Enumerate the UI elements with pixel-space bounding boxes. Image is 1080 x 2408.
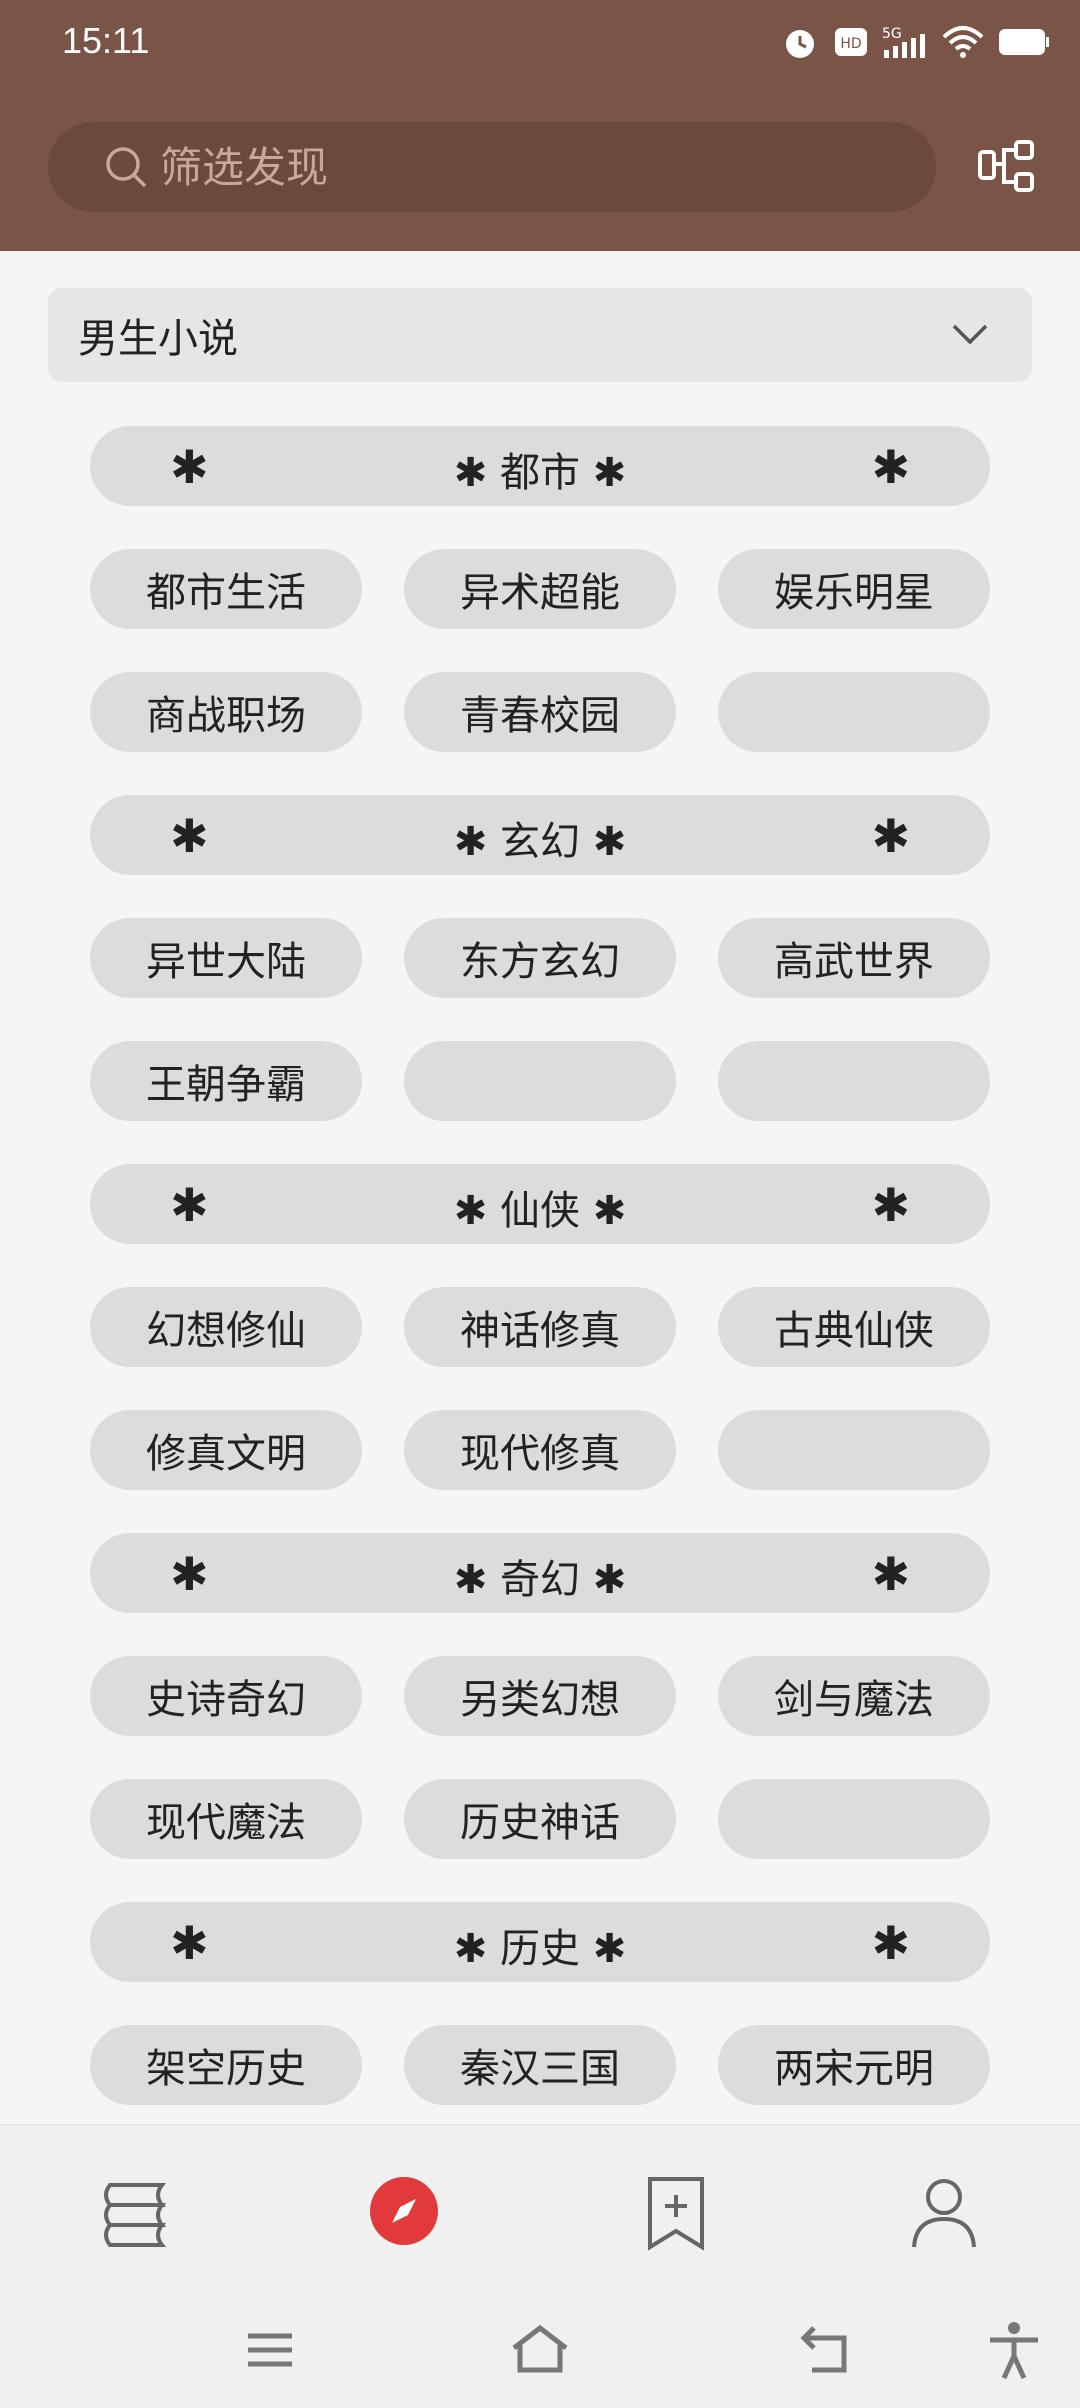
tag-button-empty[interactable]: [718, 1779, 990, 1859]
tag-button[interactable]: 东方玄幻: [404, 918, 676, 998]
tag-button[interactable]: 娱乐明星: [718, 549, 990, 629]
menu-icon[interactable]: [240, 2320, 300, 2380]
tag-button[interactable]: 秦汉三国: [404, 2025, 676, 2105]
section-title: ✱ 奇幻 ✱: [453, 1557, 627, 1603]
search-bar[interactable]: [48, 122, 936, 212]
tag-button[interactable]: 另类幻想: [404, 1656, 676, 1736]
tag-button-empty[interactable]: [718, 672, 990, 752]
tag-grid: ✱ ✱ 都市 ✱ ✱ 都市生活 异术超能 娱乐明星 商战职场 青春校园 ✱ ✱ …: [90, 426, 990, 2148]
asterisk-right: ✱: [871, 440, 910, 494]
tag-button[interactable]: 架空历史: [90, 2025, 362, 2105]
compass-needle: [392, 2199, 416, 2223]
asterisk-right: ✱: [871, 1547, 910, 1601]
tag-button[interactable]: 王朝争霸: [90, 1041, 362, 1121]
tag-button[interactable]: 商战职场: [90, 672, 362, 752]
tag-button[interactable]: 修真文明: [90, 1410, 362, 1490]
system-nav-bar: [0, 2288, 1080, 2408]
search-input[interactable]: [158, 141, 862, 193]
section-title: ✱ 仙侠 ✱: [453, 1188, 627, 1234]
tag-button[interactable]: 幻想修仙: [90, 1287, 362, 1367]
chevron-down-icon: [952, 324, 988, 345]
svg-text:5G: 5G: [882, 26, 902, 42]
tag-button[interactable]: 现代修真: [404, 1410, 676, 1490]
asterisk-right: ✱: [871, 1178, 910, 1232]
home-icon[interactable]: [510, 2320, 570, 2380]
status-time: 15:11: [62, 20, 150, 61]
tag-button[interactable]: 都市生活: [90, 549, 362, 629]
signal-5g-icon: 5G: [882, 26, 925, 58]
bottom-nav: [0, 2124, 1080, 2289]
dropdown-selected: 男生小说: [78, 316, 238, 362]
tag-button[interactable]: 历史神话: [404, 1779, 676, 1859]
section-header-xianxia[interactable]: ✱ ✱ 仙侠 ✱ ✱: [90, 1164, 990, 1244]
tag-button-empty[interactable]: [404, 1041, 676, 1121]
tag-button[interactable]: 神话修真: [404, 1287, 676, 1367]
bookmark-add-icon[interactable]: [636, 2173, 716, 2253]
tag-button[interactable]: 史诗奇幻: [90, 1656, 362, 1736]
back-icon[interactable]: [796, 2320, 856, 2380]
section-title: ✱ 都市 ✱: [453, 450, 627, 496]
tag-button[interactable]: 异术超能: [404, 549, 676, 629]
section-header-lishi[interactable]: ✱ ✱ 历史 ✱ ✱: [90, 1902, 990, 1982]
flow-icon[interactable]: [976, 136, 1038, 198]
tag-button[interactable]: 高武世界: [718, 918, 990, 998]
accessibility-icon[interactable]: [984, 2320, 1044, 2380]
tag-button[interactable]: 青春校园: [404, 672, 676, 752]
tag-button[interactable]: 两宋元明: [718, 2025, 990, 2105]
compass-icon[interactable]: [370, 2177, 438, 2245]
bookshelf-icon[interactable]: [96, 2173, 176, 2253]
tag-button[interactable]: 现代魔法: [90, 1779, 362, 1859]
section-header-dushi[interactable]: ✱ ✱ 都市 ✱ ✱: [90, 426, 990, 506]
user-icon[interactable]: [904, 2173, 984, 2253]
section-header-xuanhuan[interactable]: ✱ ✱ 玄幻 ✱ ✱: [90, 795, 990, 875]
tag-button[interactable]: 异世大陆: [90, 918, 362, 998]
tag-button[interactable]: 剑与魔法: [718, 1656, 990, 1736]
wifi-icon: [942, 26, 984, 58]
hd-icon: HD: [835, 28, 867, 56]
category-dropdown[interactable]: 男生小说: [48, 288, 1032, 382]
asterisk-right: ✱: [871, 809, 910, 863]
section-header-qihuan[interactable]: ✱ ✱ 奇幻 ✱ ✱: [90, 1533, 990, 1613]
section-title: ✱ 历史 ✱: [453, 1926, 627, 1972]
alarm-icon: [786, 30, 814, 58]
section-title: ✱ 玄幻 ✱: [453, 819, 627, 865]
battery-icon: [999, 29, 1049, 55]
tag-button-empty[interactable]: [718, 1041, 990, 1121]
tag-button[interactable]: 古典仙侠: [718, 1287, 990, 1367]
top-header: 15:11 HD 5G: [0, 0, 1080, 251]
status-icons: HD 5G: [780, 22, 1050, 62]
search-icon: [106, 147, 147, 188]
asterisk-right: ✱: [871, 1916, 910, 1970]
svg-text:HD: HD: [840, 36, 861, 52]
tag-button-empty[interactable]: [718, 1410, 990, 1490]
